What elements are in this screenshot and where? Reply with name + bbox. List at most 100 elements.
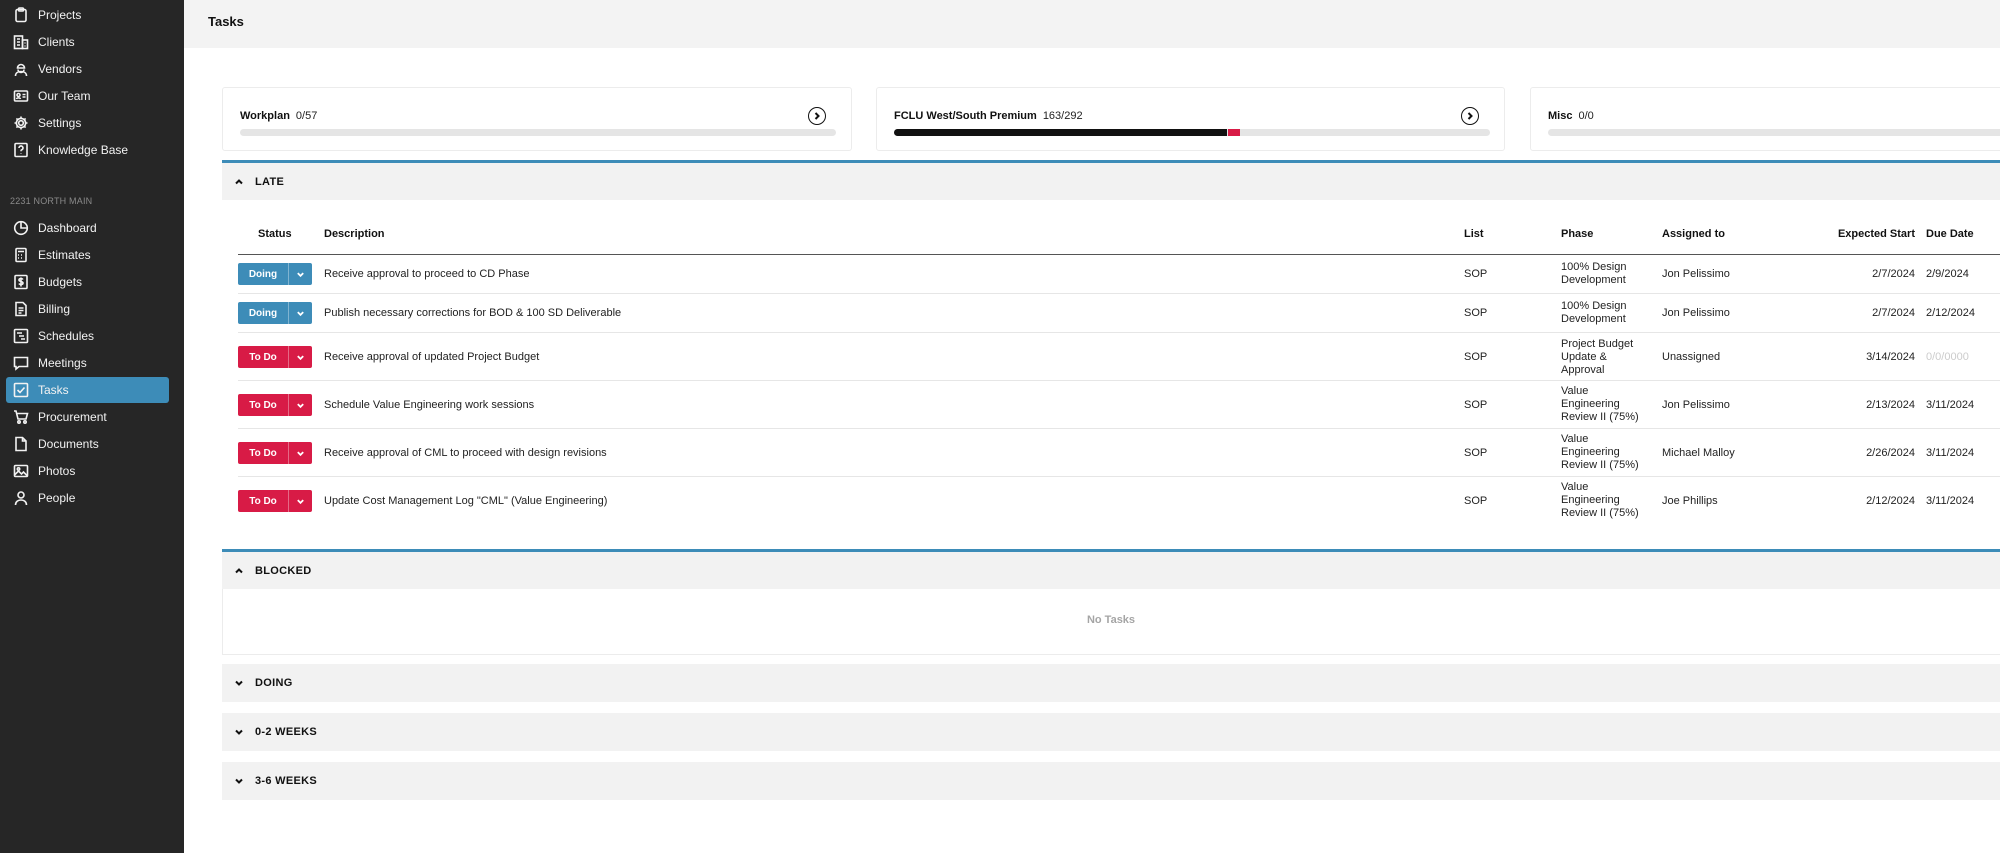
progress-bar xyxy=(894,129,1490,136)
nav-estimates[interactable]: Estimates xyxy=(6,242,169,268)
nav-label: Knowledge Base xyxy=(38,143,129,157)
nav-knowledge-base[interactable]: Knowledge Base xyxy=(6,137,169,163)
task-assigned: Jon Pelissimo xyxy=(1662,307,1730,319)
nav-procurement[interactable]: Procurement xyxy=(6,404,169,430)
progress-card-misc: Misc 0/0 xyxy=(1530,87,2000,151)
nav-clients[interactable]: Clients xyxy=(6,29,169,55)
col-status[interactable]: Status xyxy=(258,228,292,240)
status-dropdown[interactable]: To Do xyxy=(238,442,312,464)
section-0-2-weeks-header[interactable]: 0-2 WEEKS xyxy=(222,713,2000,751)
calculator-icon xyxy=(12,247,29,264)
task-due-date: 2/12/2024 xyxy=(1926,307,1975,319)
section-3-6-weeks-header[interactable]: 3-6 WEEKS xyxy=(222,762,2000,800)
task-phase: Project Budget Update & Approval xyxy=(1561,338,1634,376)
nav-label: People xyxy=(38,491,76,505)
nav-vendors[interactable]: Vendors xyxy=(6,56,169,82)
photo-icon xyxy=(12,463,29,480)
card-count: 0/57 xyxy=(295,110,318,122)
status-dropdown[interactable]: Doing xyxy=(238,263,312,285)
nav-billing[interactable]: Billing xyxy=(6,296,169,322)
nav-label: Schedules xyxy=(38,329,95,343)
task-assigned: Jon Pelissimo xyxy=(1662,268,1730,280)
col-phase[interactable]: Phase xyxy=(1561,228,1593,240)
nav-label: Settings xyxy=(38,116,82,130)
nav-label: Meetings xyxy=(38,356,87,370)
chat-icon xyxy=(12,355,29,372)
table-row[interactable]: To Do Schedule Value Engineering work se… xyxy=(238,381,2000,429)
section-title: 0-2 WEEKS xyxy=(255,726,317,738)
task-assigned: Jon Pelissimo xyxy=(1662,399,1730,411)
nav-label: Documents xyxy=(38,437,99,451)
task-assigned: Unassigned xyxy=(1662,351,1721,363)
nav-label: Our Team xyxy=(38,89,91,103)
task-assigned: Joe Phillips xyxy=(1662,495,1718,507)
col-assigned[interactable]: Assigned to xyxy=(1662,228,1725,240)
section-title: 3-6 WEEKS xyxy=(255,775,317,787)
task-expected-start: 3/14/2024 xyxy=(1866,351,1915,363)
chevron-down-icon xyxy=(289,449,312,458)
nav-settings[interactable]: Settings xyxy=(6,110,169,136)
top-bar: Tasks xyxy=(184,0,2000,48)
nav-label: Billing xyxy=(38,302,71,316)
task-phase: 100% Design Development xyxy=(1561,261,1627,286)
nav-our-team[interactable]: Our Team xyxy=(6,83,169,109)
nav-label: Projects xyxy=(38,8,82,22)
chevron-down-icon xyxy=(234,678,244,688)
task-list: SOP xyxy=(1464,268,1488,280)
table-row[interactable]: Doing Receive approval to proceed to CD … xyxy=(238,255,2000,294)
col-expected-start[interactable]: Expected Start xyxy=(1810,228,1915,240)
nav-schedules[interactable]: Schedules xyxy=(6,323,169,349)
table-row[interactable]: To Do Update Cost Management Log "CML" (… xyxy=(238,477,2000,525)
nav-projects[interactable]: Projects xyxy=(6,2,169,28)
col-due-date[interactable]: Due Date xyxy=(1926,228,1974,240)
progress-fill xyxy=(894,129,1227,136)
gear-icon xyxy=(12,115,29,132)
nav-dashboard[interactable]: Dashboard xyxy=(6,215,169,241)
col-description[interactable]: Description xyxy=(324,228,385,240)
section-doing-header[interactable]: DOING xyxy=(222,664,2000,702)
worker-icon xyxy=(12,61,29,78)
table-row[interactable]: To Do Receive approval of updated Projec… xyxy=(238,333,2000,381)
nav-meetings[interactable]: Meetings xyxy=(6,350,169,376)
task-description: Receive approval of updated Project Budg… xyxy=(324,351,540,363)
section-title: DOING xyxy=(255,677,293,689)
task-phase: 100% Design Development xyxy=(1561,300,1627,325)
section-blocked-header[interactable]: BLOCKED xyxy=(222,549,2000,589)
status-dropdown[interactable]: To Do xyxy=(238,490,312,512)
chevron-up-icon xyxy=(234,177,244,187)
page-title: Tasks xyxy=(208,14,244,29)
status-dropdown[interactable]: Doing xyxy=(238,302,312,324)
col-list[interactable]: List xyxy=(1464,228,1484,240)
nav-tasks[interactable]: Tasks xyxy=(6,377,169,403)
task-expected-start: 2/7/2024 xyxy=(1872,268,1915,280)
task-list: SOP xyxy=(1464,495,1488,507)
nav-label: Clients xyxy=(38,35,75,49)
task-due-date: 3/11/2024 xyxy=(1926,399,1975,411)
arrow-right-icon[interactable] xyxy=(808,107,826,125)
task-list: SOP xyxy=(1464,447,1488,459)
nav-photos[interactable]: Photos xyxy=(6,458,169,484)
chevron-down-icon xyxy=(234,727,244,737)
nav-label: Tasks xyxy=(38,383,69,397)
nav-budgets[interactable]: Budgets xyxy=(6,269,169,295)
nav-people[interactable]: People xyxy=(6,485,169,511)
nav-label: Procurement xyxy=(38,410,107,424)
nav-documents[interactable]: Documents xyxy=(6,431,169,457)
person-icon xyxy=(12,490,29,507)
status-dropdown[interactable]: To Do xyxy=(238,394,312,416)
section-title: LATE xyxy=(255,175,285,188)
nav-label: Dashboard xyxy=(38,221,97,235)
task-description: Receive approval of CML to proceed with … xyxy=(324,447,607,459)
progress-bar xyxy=(240,129,836,136)
task-expected-start: 2/12/2024 xyxy=(1866,495,1915,507)
table-row[interactable]: To Do Receive approval of CML to proceed… xyxy=(238,429,2000,477)
pie-chart-icon xyxy=(12,220,29,237)
arrow-right-icon[interactable] xyxy=(1461,107,1479,125)
status-dropdown[interactable]: To Do xyxy=(238,346,312,368)
section-title: BLOCKED xyxy=(255,564,312,577)
section-late-header[interactable]: LATE xyxy=(222,160,2000,200)
project-name-label: 2231 NORTH MAIN xyxy=(10,196,93,206)
table-row[interactable]: Doing Publish necessary corrections for … xyxy=(238,294,2000,333)
nav-label: Estimates xyxy=(38,248,91,262)
task-expected-start: 2/26/2024 xyxy=(1866,447,1915,459)
